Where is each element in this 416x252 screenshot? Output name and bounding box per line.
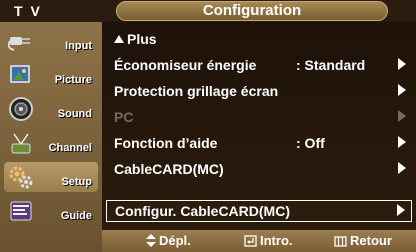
menu-item-energy-saving[interactable]: Économiseur énergie : Standard xyxy=(106,54,412,76)
menu-panel: Plus Économiseur énergie : Standard Prot… xyxy=(102,22,416,230)
up-down-arrows-icon xyxy=(146,234,156,247)
menu-item-screen-burn-protection[interactable]: Protection grillage écran xyxy=(106,80,412,102)
guide-program-icon xyxy=(10,201,32,221)
chevron-right-icon xyxy=(398,110,406,122)
hint-return: Retour xyxy=(334,233,392,248)
menu-title: Configuration xyxy=(116,1,388,21)
chevron-right-icon xyxy=(398,162,406,174)
sidebar-item-guide[interactable]: Guide xyxy=(4,196,98,226)
sidebar-item-label: Setup xyxy=(61,176,92,188)
menu-item-value: : Standard xyxy=(296,57,366,73)
picture-icon xyxy=(10,65,30,83)
chevron-right-icon xyxy=(397,204,405,216)
tv-mode-label: T V xyxy=(14,3,42,19)
hint-enter-label: Intro. xyxy=(260,233,293,248)
menu-item-label: PC xyxy=(114,109,134,125)
chevron-right-icon xyxy=(398,84,406,96)
enter-icon xyxy=(244,235,257,247)
sidebar-item-input[interactable]: Input xyxy=(4,26,98,56)
more-label-wrap: Plus xyxy=(114,31,157,47)
sound-speaker-icon xyxy=(9,97,33,121)
sidebar-item-label: Input xyxy=(65,40,92,52)
menu-item-cablecard-setup[interactable]: Configur. CableCARD(MC) xyxy=(106,200,412,222)
sidebar: Input Picture Sound Channel Setup Guide xyxy=(0,22,102,252)
more-item[interactable]: Plus xyxy=(106,28,412,50)
sidebar-item-label: Sound xyxy=(57,108,92,120)
sidebar-item-channel[interactable]: Channel xyxy=(4,128,98,158)
sidebar-item-sound[interactable]: Sound xyxy=(4,94,98,124)
sidebar-item-label: Picture xyxy=(54,74,92,86)
more-label: Plus xyxy=(127,31,157,47)
hint-move-label: Dépl. xyxy=(159,233,191,248)
tv-osd-screen: T V Configuration Input Picture Sound Ch… xyxy=(0,0,416,252)
hint-return-label: Retour xyxy=(350,233,392,248)
chevron-right-icon xyxy=(398,58,406,70)
menu-item-value: : Off xyxy=(296,135,325,151)
menu-item-label: CableCARD(MC) xyxy=(114,161,224,177)
menu-item-help-function[interactable]: Fonction d’aide : Off xyxy=(106,132,412,154)
channel-antenna-icon xyxy=(11,133,31,154)
menu-item-pc: PC xyxy=(106,106,412,128)
hint-enter: Intro. xyxy=(244,233,293,248)
up-arrow-icon xyxy=(114,35,124,43)
menu-item-label: Économiseur énergie xyxy=(114,57,257,73)
sidebar-item-label: Guide xyxy=(60,210,92,222)
sidebar-item-setup[interactable]: Setup xyxy=(4,162,98,192)
return-icon xyxy=(334,236,347,247)
menu-item-label: Protection grillage écran xyxy=(114,83,279,99)
menu-item-label: Fonction d’aide xyxy=(114,135,218,151)
setup-gears-icon xyxy=(9,166,33,189)
hint-move: Dépl. xyxy=(146,233,191,248)
menu-item-cablecard[interactable]: CableCARD(MC) xyxy=(106,158,412,180)
chevron-right-icon xyxy=(398,136,406,148)
menu-item-label: Configur. CableCARD(MC) xyxy=(115,203,290,219)
sidebar-item-picture[interactable]: Picture xyxy=(4,60,98,90)
sidebar-item-label: Channel xyxy=(48,142,92,154)
bottom-hint-bar: Dépl. Intro. Retour xyxy=(102,230,416,252)
top-bar: T V Configuration xyxy=(0,0,416,22)
input-plug-icon xyxy=(8,37,30,51)
